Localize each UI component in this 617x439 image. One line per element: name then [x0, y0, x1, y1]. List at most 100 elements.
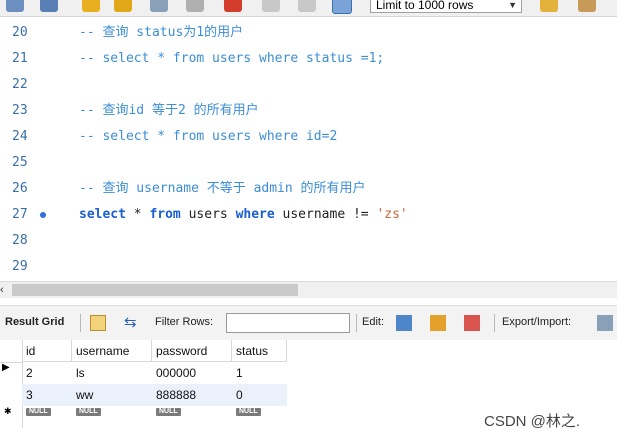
null-cell[interactable]: NULL	[72, 406, 152, 428]
execute-current-icon[interactable]	[114, 0, 132, 12]
code-text: -- 查询 status为1的用户	[79, 21, 243, 45]
limit-rows-select[interactable]: Limit to 1000 rows ▼	[370, 0, 522, 13]
code-line[interactable]: 27 select * from users where username != …	[0, 203, 617, 227]
scroll-left-icon[interactable]: ‹	[0, 282, 4, 298]
chevron-down-icon: ▼	[508, 0, 517, 10]
code-line[interactable]: 26 -- 查询 username 不等于 admin 的所有用户	[0, 177, 617, 201]
toggle-errors-icon[interactable]	[224, 0, 242, 12]
result-grid-tab[interactable]: Result Grid	[5, 316, 64, 328]
code-line[interactable]: 22	[0, 73, 617, 97]
edit-label: Edit:	[362, 316, 385, 328]
line-number: 27	[12, 207, 28, 222]
delete-row-icon[interactable]	[464, 315, 480, 331]
stop-icon[interactable]	[186, 0, 204, 12]
code-token: -- 查询 status为1的用户	[79, 25, 244, 40]
commit-icon[interactable]	[262, 0, 280, 12]
code-token: -- 查询id 等于2 的所有用户	[79, 103, 259, 118]
null-badge: NULL	[76, 408, 101, 416]
table-cell[interactable]: ls	[72, 362, 152, 384]
line-number: 25	[12, 155, 28, 170]
code-text: -- select * from users where status =1;	[79, 47, 384, 71]
current-line-marker-icon	[40, 212, 46, 218]
code-token: -- 查询 username 不等于 admin 的所有用户	[79, 181, 366, 196]
column-header[interactable]: username	[72, 340, 152, 362]
table-cell[interactable]: 0	[232, 384, 287, 406]
row-selector[interactable]	[0, 384, 23, 406]
save-icon[interactable]	[40, 0, 58, 12]
export-import-label: Export/Import:	[502, 316, 572, 328]
null-cell[interactable]: NULL	[232, 406, 287, 428]
scrollbar-thumb[interactable]	[12, 284, 298, 296]
code-text: -- 查询id 等于2 的所有用户	[79, 99, 259, 123]
query-toolbar: Limit to 1000 rows ▼	[0, 0, 617, 17]
separator	[494, 314, 495, 332]
code-token: from	[149, 207, 181, 222]
table-cell[interactable]: 000000	[152, 362, 232, 384]
code-line[interactable]: 21 -- select * from users where status =1…	[0, 47, 617, 71]
code-line[interactable]: 20 -- 查询 status为1的用户	[0, 21, 617, 45]
new-row-selector[interactable]: ✱	[0, 406, 23, 428]
execute-icon[interactable]	[82, 0, 100, 12]
add-row-icon[interactable]	[430, 315, 446, 331]
line-number: 29	[12, 259, 28, 274]
add-snippet-icon[interactable]	[540, 0, 558, 12]
edit-row-icon[interactable]	[396, 315, 412, 331]
code-token: -- select * from users where status =1;	[79, 51, 385, 66]
code-token: where	[235, 207, 275, 222]
code-token: *	[125, 207, 150, 222]
null-badge: NULL	[26, 408, 51, 416]
row-header-corner	[0, 340, 23, 363]
beautify-icon[interactable]	[578, 0, 596, 12]
line-number: 26	[12, 181, 28, 196]
result-toolbar: Result Grid ⇆ Filter Rows: Edit: Export/…	[0, 305, 617, 341]
limit-rows-value: Limit to 1000 rows	[376, 0, 474, 12]
null-cell[interactable]: NULL	[22, 406, 72, 428]
code-token: select	[79, 207, 126, 222]
line-number: 24	[12, 129, 28, 144]
column-header[interactable]: status	[232, 340, 287, 362]
table-cell[interactable]: 3	[22, 384, 72, 406]
export-icon[interactable]	[597, 315, 613, 331]
code-text: select * from users where username != 'z…	[79, 203, 408, 227]
table-cell[interactable]: 888888	[152, 384, 232, 406]
filter-rows-label: Filter Rows:	[155, 316, 214, 328]
line-number: 21	[12, 51, 28, 66]
code-line[interactable]: 24 -- select * from users where id=2	[0, 125, 617, 149]
null-badge: NULL	[236, 408, 261, 416]
code-line[interactable]: 25	[0, 151, 617, 175]
sql-editor[interactable]: 20 -- 查询 status为1的用户 21 -- select * from us…	[0, 17, 617, 281]
line-number: 23	[12, 103, 28, 118]
line-number: 28	[12, 233, 28, 248]
table-cell[interactable]: 2	[22, 362, 72, 384]
line-number: 22	[12, 77, 28, 92]
new-row-icon: ✱	[4, 406, 12, 416]
refresh-icon[interactable]: ⇆	[124, 315, 140, 331]
code-token: -- select * from users where id=2	[79, 129, 338, 144]
row-selector[interactable]: ▶	[0, 362, 23, 384]
null-badge: NULL	[156, 408, 181, 416]
code-token: users	[180, 207, 236, 222]
code-line[interactable]: 28	[0, 229, 617, 253]
rollback-icon[interactable]	[298, 0, 316, 12]
filter-rows-input[interactable]	[226, 313, 350, 333]
open-file-icon[interactable]	[6, 0, 24, 12]
explain-icon[interactable]	[150, 0, 168, 12]
code-token: username !=	[274, 207, 377, 222]
autocommit-icon[interactable]	[332, 0, 352, 14]
grid-view-icon[interactable]	[90, 315, 106, 331]
column-header[interactable]: id	[22, 340, 72, 362]
current-row-arrow-icon: ▶	[2, 362, 10, 373]
editor-horizontal-scrollbar[interactable]: ‹	[0, 281, 617, 298]
code-line[interactable]: 23 -- 查询id 等于2 的所有用户	[0, 99, 617, 123]
code-token: 'zs'	[376, 207, 408, 222]
table-cell[interactable]: ww	[72, 384, 152, 406]
column-header[interactable]: password	[152, 340, 232, 362]
null-cell[interactable]: NULL	[152, 406, 232, 428]
table-cell[interactable]: 1	[232, 362, 287, 384]
code-text: -- 查询 username 不等于 admin 的所有用户	[79, 177, 366, 201]
separator	[356, 314, 357, 332]
separator	[80, 314, 81, 332]
code-line[interactable]: 29	[0, 255, 617, 279]
watermark: CSDN @林之.	[484, 413, 581, 430]
code-text: -- select * from users where id=2	[79, 125, 337, 149]
